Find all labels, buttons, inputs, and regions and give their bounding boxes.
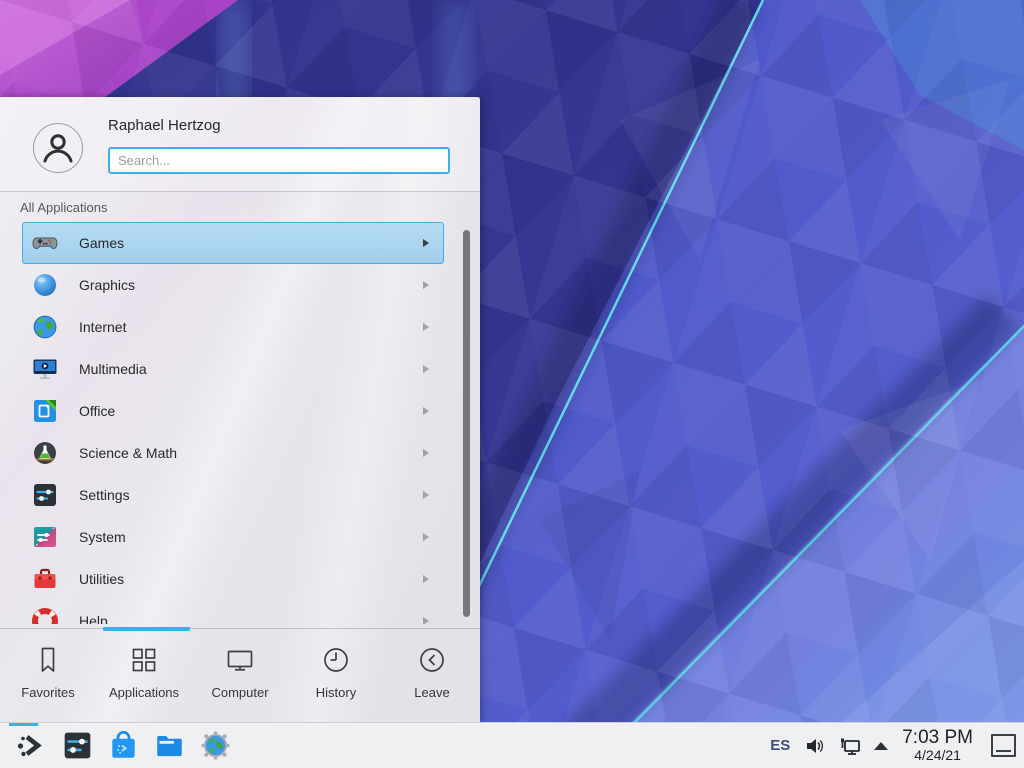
submenu-arrow-icon xyxy=(423,407,429,415)
user-avatar-icon[interactable] xyxy=(33,123,83,173)
category-list: Games Graphics Internet xyxy=(0,222,458,624)
tab-favorites[interactable]: Favorites xyxy=(0,629,96,722)
submenu-arrow-icon xyxy=(423,533,429,541)
submenu-arrow-icon xyxy=(423,449,429,457)
flask-icon xyxy=(32,440,58,466)
tab-label: Leave xyxy=(414,685,449,700)
tab-history[interactable]: History xyxy=(288,629,384,722)
category-label: System xyxy=(79,529,126,545)
category-label: Multimedia xyxy=(79,361,147,377)
category-system[interactable]: System xyxy=(22,516,444,558)
app-grid-icon xyxy=(129,645,159,675)
search-input[interactable] xyxy=(108,147,450,174)
network-icon[interactable] xyxy=(838,734,862,758)
category-label: Office xyxy=(79,403,115,419)
system-sliders-icon xyxy=(32,524,58,550)
category-label: Help xyxy=(79,613,108,624)
system-tray: ES 7:03 PM 4/24/21 xyxy=(770,728,1024,763)
leave-icon xyxy=(417,645,447,675)
sphere-icon xyxy=(32,272,58,298)
category-help[interactable]: Help xyxy=(22,600,444,624)
category-utilities[interactable]: Utilities xyxy=(22,558,444,600)
show-desktop-button[interactable] xyxy=(991,734,1016,757)
section-label: All Applications xyxy=(20,200,107,215)
category-internet[interactable]: Internet xyxy=(22,306,444,348)
discover-button[interactable] xyxy=(108,731,138,761)
settings-app-icon xyxy=(63,731,92,760)
digital-clock[interactable]: 7:03 PM 4/24/21 xyxy=(902,728,973,763)
submenu-arrow-icon xyxy=(423,617,429,624)
clock-time: 7:03 PM xyxy=(902,728,973,748)
category-office[interactable]: Office xyxy=(22,390,444,432)
document-icon xyxy=(32,398,58,424)
submenu-arrow-icon xyxy=(423,491,429,499)
category-graphics[interactable]: Graphics xyxy=(22,264,444,306)
web-browser-button[interactable] xyxy=(200,731,230,761)
category-label: Internet xyxy=(79,319,126,335)
user-name: Raphael Hertzog xyxy=(108,117,221,134)
discover-bag-icon xyxy=(109,731,138,760)
tab-computer[interactable]: Computer xyxy=(192,629,288,722)
sliders-icon xyxy=(32,482,58,508)
computer-icon xyxy=(225,645,255,675)
media-monitor-icon xyxy=(32,356,58,382)
tab-label: History xyxy=(316,685,356,700)
submenu-arrow-icon xyxy=(423,365,429,373)
application-launcher-button[interactable] xyxy=(16,731,46,761)
tab-applications[interactable]: Applications xyxy=(96,629,192,722)
system-settings-button[interactable] xyxy=(62,731,92,761)
category-label: Utilities xyxy=(79,571,124,587)
keyboard-layout-indicator[interactable]: ES xyxy=(770,737,790,754)
application-launcher: Raphael Hertzog All Applications Games xyxy=(0,97,480,722)
launcher-header: Raphael Hertzog xyxy=(0,97,480,192)
globe-icon xyxy=(32,314,58,340)
submenu-arrow-icon xyxy=(423,281,429,289)
lifebuoy-icon xyxy=(32,608,58,624)
tray-expander-icon[interactable] xyxy=(874,742,888,750)
taskbar: ES 7:03 PM 4/24/21 xyxy=(0,722,1024,768)
toolbox-icon xyxy=(32,566,58,592)
category-list-scrollbar[interactable] xyxy=(463,230,470,617)
folder-icon xyxy=(155,731,184,760)
submenu-arrow-icon xyxy=(423,239,429,247)
category-label: Graphics xyxy=(79,277,135,293)
active-task-indicator xyxy=(9,723,38,726)
tab-label: Computer xyxy=(211,685,268,700)
tab-leave[interactable]: Leave xyxy=(384,629,480,722)
category-science-math[interactable]: Science & Math xyxy=(22,432,444,474)
globe-gear-icon xyxy=(201,731,230,760)
kickoff-icon xyxy=(16,731,46,761)
category-multimedia[interactable]: Multimedia xyxy=(22,348,444,390)
category-settings[interactable]: Settings xyxy=(22,474,444,516)
volume-icon[interactable] xyxy=(804,735,826,757)
category-games[interactable]: Games xyxy=(22,222,444,264)
submenu-arrow-icon xyxy=(423,323,429,331)
category-label: Games xyxy=(79,235,124,251)
tab-label: Applications xyxy=(109,685,179,700)
clock-date: 4/24/21 xyxy=(902,748,973,763)
submenu-arrow-icon xyxy=(423,575,429,583)
category-label: Science & Math xyxy=(79,445,177,461)
launcher-tabbar: Favorites Applications Computer xyxy=(0,628,480,722)
dolphin-button[interactable] xyxy=(154,731,184,761)
category-label: Settings xyxy=(79,487,130,503)
tab-label: Favorites xyxy=(21,685,74,700)
history-clock-icon xyxy=(321,645,351,675)
gamepad-icon xyxy=(32,230,58,256)
bookmark-icon xyxy=(33,645,63,675)
